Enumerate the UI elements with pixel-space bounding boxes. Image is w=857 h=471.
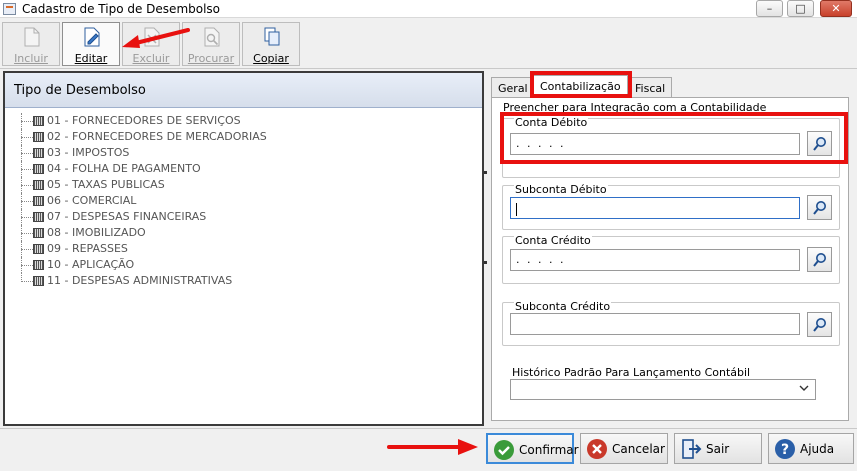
editar-button[interactable]: Editar [62, 22, 120, 66]
tree-node-icon [33, 260, 44, 270]
title-bar: Cadastro de Tipo de Desembolso – □ ✕ [0, 0, 857, 18]
tab-geral[interactable]: Geral [491, 77, 535, 98]
edit-document-icon [84, 27, 100, 47]
tree-item[interactable]: 04 - FOLHA DE PAGAMENTO [21, 161, 482, 177]
tree-node-icon [33, 132, 44, 142]
help-icon: ? [775, 439, 795, 459]
tree-node-icon [33, 180, 44, 190]
contabilizacao-tab-panel: Preencher para Integração com a Contabil… [491, 97, 849, 421]
exit-door-icon [682, 439, 702, 459]
tree-item[interactable]: 06 - COMERCIAL [21, 193, 482, 209]
incluir-button[interactable]: Incluir [2, 22, 60, 66]
tree-node-icon [33, 116, 44, 126]
panel-title: Tipo de Desembolso [5, 73, 482, 108]
copy-icon [264, 27, 280, 46]
tree-item[interactable]: 01 - FORNECEDORES DE SERVIÇOS [21, 113, 482, 129]
conta-debito-input[interactable]: . . . . . [510, 133, 800, 155]
search-document-icon [204, 27, 220, 47]
subconta-credito-group: Subconta Crédito [502, 300, 840, 346]
conta-credito-lookup-button[interactable] [807, 247, 832, 272]
conta-credito-label: Conta Crédito [514, 234, 592, 247]
search-icon [813, 253, 826, 267]
tipo-desembolso-tree: 01 - FORNECEDORES DE SERVIÇOS 02 - FORNE… [5, 108, 482, 289]
cancel-circle-icon [587, 439, 607, 459]
tab-fiscal[interactable]: Fiscal [628, 77, 673, 98]
confirmar-button[interactable]: Confirmar [486, 433, 579, 464]
search-icon [813, 201, 826, 215]
conta-credito-group: Conta Crédito . . . . . [502, 234, 840, 284]
conta-debito-lookup-button[interactable] [807, 131, 832, 156]
conta-credito-input[interactable]: . . . . . [510, 249, 800, 271]
conta-debito-group: Conta Débito . . . . . [502, 116, 840, 178]
integration-hint: Preencher para Integração com a Contabil… [503, 101, 767, 114]
app-icon [3, 3, 16, 15]
tree-node-icon [33, 276, 44, 286]
tree-node-icon [33, 228, 44, 238]
subconta-credito-input[interactable] [510, 313, 800, 335]
subconta-debito-group: Subconta Débito [502, 183, 840, 230]
tree-item[interactable]: 03 - IMPOSTOS [21, 145, 482, 161]
tree-node-icon [33, 244, 44, 254]
subconta-credito-lookup-button[interactable] [807, 312, 832, 337]
tree-node-icon [33, 196, 44, 206]
tree-node-icon [33, 148, 44, 158]
check-circle-icon [494, 440, 514, 460]
delete-document-icon [144, 27, 160, 47]
ajuda-button[interactable]: ? Ajuda [768, 433, 854, 464]
tree-node-icon [33, 212, 44, 222]
tree-item[interactable]: 02 - FORNECEDORES DE MERCADORIAS [21, 129, 482, 145]
search-icon [813, 318, 826, 332]
tree-item[interactable]: 10 - APLICAÇÃO [21, 257, 482, 273]
conta-debito-label: Conta Débito [514, 116, 589, 129]
text-caret [516, 202, 517, 216]
cancelar-button[interactable]: Cancelar [580, 433, 668, 464]
subconta-debito-label: Subconta Débito [514, 183, 608, 196]
panel-splitter[interactable] [484, 71, 489, 426]
maximize-button[interactable]: □ [787, 0, 814, 17]
toolbar: Incluir Editar Excluir Procurar Copiar [0, 19, 857, 69]
tree-item[interactable]: 05 - TAXAS PUBLICAS [21, 177, 482, 193]
chevron-down-icon [799, 385, 809, 391]
action-bar: Confirmar Cancelar Sair ? Ajuda [0, 428, 857, 471]
window-title: Cadastro de Tipo de Desembolso [22, 2, 221, 16]
copiar-button[interactable]: Copiar [242, 22, 300, 66]
tipo-desembolso-list-panel: Tipo de Desembolso 01 - FORNECEDORES DE … [3, 71, 484, 426]
tree-node-icon [33, 164, 44, 174]
historico-select[interactable] [510, 379, 816, 400]
subconta-debito-lookup-button[interactable] [807, 195, 832, 220]
procurar-button[interactable]: Procurar [182, 22, 240, 66]
tree-item[interactable]: 08 - IMOBILIZADO [21, 225, 482, 241]
new-document-icon [24, 27, 40, 47]
tab-contabilizacao[interactable]: Contabilização [533, 75, 628, 98]
sair-button[interactable]: Sair [674, 433, 762, 464]
minimize-button[interactable]: – [756, 0, 783, 17]
search-icon [813, 137, 826, 151]
excluir-button[interactable]: Excluir [122, 22, 180, 66]
historico-label: Histórico Padrão Para Lançamento Contábi… [512, 366, 751, 379]
close-button[interactable]: ✕ [820, 0, 852, 17]
svg-text:?: ? [781, 442, 789, 458]
subconta-debito-input[interactable] [510, 197, 800, 219]
subconta-credito-label: Subconta Crédito [514, 300, 612, 313]
tree-item[interactable]: 07 - DESPESAS FINANCEIRAS [21, 209, 482, 225]
tree-item[interactable]: 09 - REPASSES [21, 241, 482, 257]
tree-item[interactable]: 11 - DESPESAS ADMINISTRATIVAS [21, 273, 482, 289]
